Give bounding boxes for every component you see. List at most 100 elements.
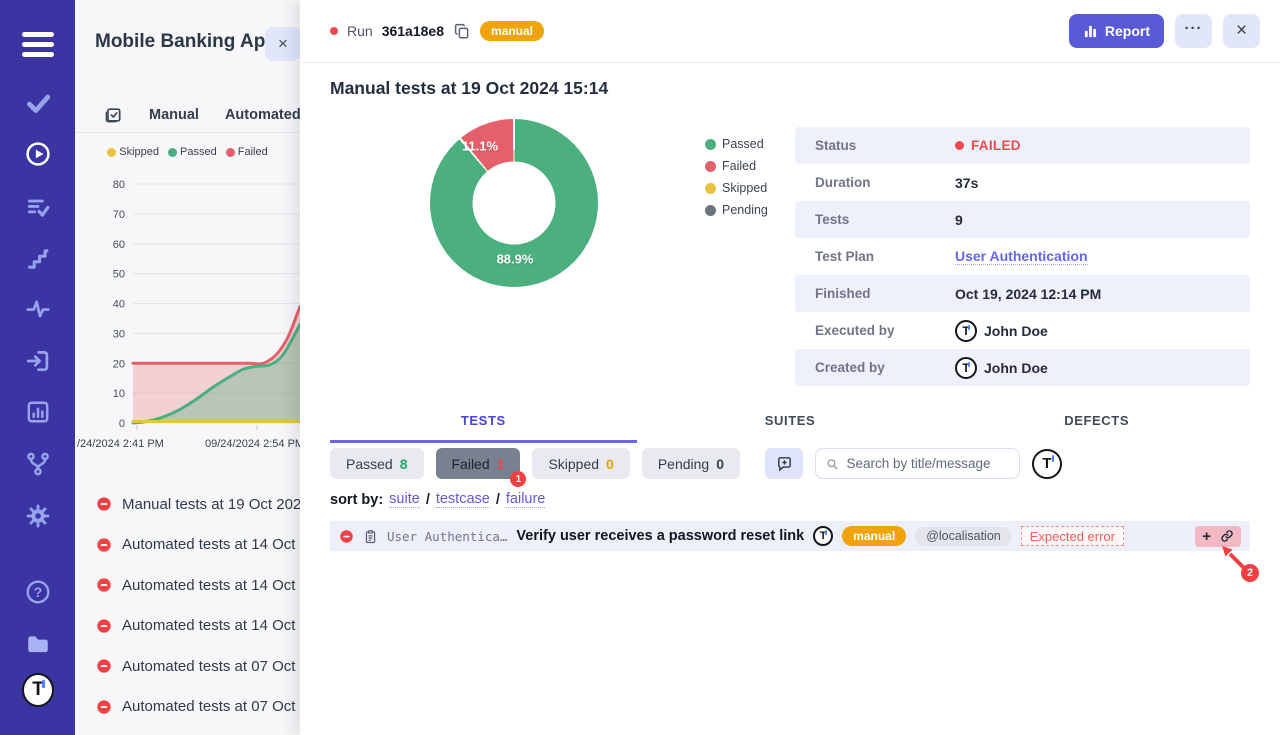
failed-run-icon — [96, 577, 112, 593]
filter-bar: Passed 8 Failed 1 1 Skipped 0 Pending 0 … — [330, 448, 1062, 479]
comment-plus-icon — [776, 455, 793, 472]
run-topbar: Run 361a18e8 manual Report ··· × — [300, 0, 1280, 63]
run-list-item[interactable]: Automated tests at 14 Oct 2024 — [75, 565, 300, 606]
detail-row-duration: Duration 37s — [795, 164, 1250, 201]
expected-error-badge: Expected error — [1021, 526, 1124, 546]
run-detail-panel: Run 361a18e8 manual Report ··· × Manual … — [300, 0, 1280, 735]
report-button[interactable]: Report — [1069, 14, 1164, 48]
sort-by-suite[interactable]: suite — [389, 491, 420, 508]
test-title[interactable]: Verify user receives a password reset li… — [516, 528, 804, 544]
user-avatar-button[interactable]: T — [1032, 449, 1062, 479]
tab-manual[interactable]: Manual — [149, 107, 199, 123]
pending-dot — [705, 205, 716, 216]
legend-failed[interactable]: Failed — [705, 159, 768, 173]
tab-suites[interactable]: SUITES — [637, 403, 944, 443]
gear-icon[interactable] — [22, 500, 54, 532]
menu-icon[interactable] — [22, 28, 54, 60]
failed-run-icon — [96, 496, 112, 512]
clipboard-icon — [363, 529, 378, 544]
list-check-icon[interactable] — [22, 191, 54, 223]
run-list-item[interactable]: Automated tests at 14 Oct 2024 — [75, 606, 300, 647]
sort-by-testcase[interactable]: testcase — [436, 491, 490, 508]
search-input[interactable] — [846, 456, 1009, 471]
close-button[interactable]: × — [1223, 14, 1260, 48]
search-box — [815, 448, 1020, 479]
svg-text:50: 50 — [113, 269, 125, 281]
comment-filter-button[interactable] — [765, 448, 803, 479]
run-list-item[interactable]: Manual tests at 19 Oct 2024 — [75, 484, 300, 525]
legend-skipped[interactable]: Skipped — [705, 181, 768, 195]
run-list-item[interactable]: Automated tests at 07 Oct 2024 — [75, 646, 300, 687]
filter-pending-button[interactable]: Pending 0 — [642, 448, 740, 479]
branch-icon[interactable] — [22, 448, 54, 480]
filter-passed-button[interactable]: Passed 8 — [330, 448, 424, 479]
add-icon[interactable]: + — [1202, 529, 1211, 544]
copy-icon[interactable] — [453, 22, 471, 40]
user-avatar: T — [955, 320, 977, 342]
legend-skipped[interactable]: Skipped — [107, 146, 159, 158]
panel-close-button[interactable]: × — [265, 27, 300, 61]
detail-row-status: Status FAILED — [795, 127, 1250, 164]
svg-text:60: 60 — [113, 239, 125, 251]
bar-chart-icon[interactable] — [22, 396, 54, 428]
run-type-tabs: Manual Automated — [75, 97, 300, 133]
test-tag[interactable]: @localisation — [915, 527, 1012, 546]
svg-text:40: 40 — [113, 299, 125, 311]
svg-text:/24/2024 2:41 PM: /24/2024 2:41 PM — [77, 438, 164, 450]
test-result-row[interactable]: User Authentica… Verify user receives a … — [330, 521, 1250, 551]
legend-pending[interactable]: Pending — [705, 203, 768, 217]
user-avatar: T — [955, 357, 977, 379]
svg-text:0: 0 — [119, 418, 125, 430]
testomat-logo[interactable]: T — [22, 674, 54, 706]
tab-automated[interactable]: Automated — [225, 107, 300, 123]
donut-legend: Passed Failed Skipped Pending — [705, 137, 768, 217]
annotation-badge: 2 — [1241, 564, 1259, 582]
legend-failed[interactable]: Failed — [226, 146, 268, 158]
detail-row-tests: Tests 9 — [795, 201, 1250, 238]
report-chart-icon — [1083, 24, 1098, 39]
filter-failed-button[interactable]: Failed 1 1 — [436, 448, 521, 479]
row-action-box: + — [1195, 526, 1241, 547]
select-all-icon[interactable] — [103, 105, 123, 125]
failed-test-icon — [339, 529, 354, 544]
more-button[interactable]: ··· — [1175, 14, 1212, 48]
skipped-dot — [107, 148, 116, 157]
run-label: Run — [347, 23, 373, 39]
test-plan-link[interactable]: User Authentication — [955, 248, 1088, 265]
steps-icon[interactable] — [22, 243, 54, 275]
play-circle-icon[interactable] — [22, 138, 54, 170]
donut-failed-label: 11.1% — [462, 139, 498, 154]
link-icon[interactable] — [1220, 529, 1234, 543]
svg-text:30: 30 — [113, 328, 125, 340]
detail-row-executed-by: Executed by T John Doe — [795, 312, 1250, 349]
tab-tests[interactable]: TESTS — [330, 403, 637, 443]
passed-dot — [705, 139, 716, 150]
app-sidebar: ? T — [0, 0, 75, 735]
failed-dot — [955, 141, 964, 150]
filter-skipped-button[interactable]: Skipped 0 — [532, 448, 629, 479]
check-icon[interactable] — [22, 87, 54, 119]
legend-passed[interactable]: Passed — [705, 137, 768, 151]
svg-text:10: 10 — [113, 388, 125, 400]
svg-text:80: 80 — [113, 179, 125, 191]
project-panel: Mobile Banking App × Manual Automated Sk… — [75, 0, 300, 735]
passed-dot — [168, 148, 177, 157]
assignee-avatar: T — [813, 526, 833, 546]
failed-run-icon — [96, 699, 112, 715]
tab-defects[interactable]: DEFECTS — [943, 403, 1250, 443]
activity-icon[interactable] — [22, 293, 54, 325]
svg-text:?: ? — [34, 584, 43, 600]
sort-by-failure[interactable]: failure — [506, 491, 546, 508]
sort-row: sort by: suite / testcase / failure — [330, 491, 545, 508]
folder-icon[interactable] — [22, 628, 54, 660]
help-icon[interactable]: ? — [22, 576, 54, 608]
sign-in-icon[interactable] — [22, 345, 54, 377]
run-details-table: Status FAILED Duration 37s Tests 9 Test … — [795, 127, 1250, 386]
failed-run-icon — [96, 618, 112, 634]
suite-name[interactable]: User Authentica… — [387, 529, 507, 544]
detail-row-created-by: Created by T John Doe — [795, 349, 1250, 386]
donut-passed-label: 88.9% — [497, 252, 534, 267]
run-list-item[interactable]: Automated tests at 07 Oct 2024 — [75, 687, 300, 728]
run-list-item[interactable]: Automated tests at 14 Oct 2024 — [75, 525, 300, 566]
legend-passed[interactable]: Passed — [168, 146, 217, 158]
